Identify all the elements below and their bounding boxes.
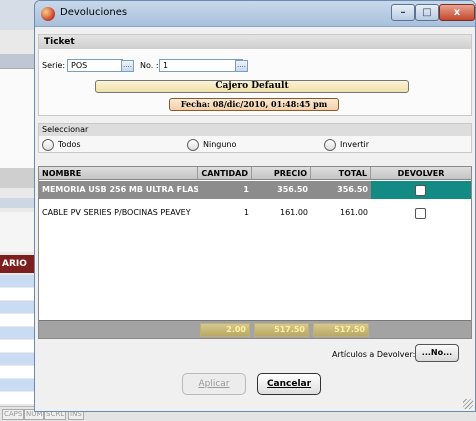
table-row[interactable]: CABLE PV SERIES P/BOCINAS PEAVEY 1 161.0…: [39, 204, 471, 222]
ticket-lookup-button[interactable]: ....: [235, 60, 248, 72]
background-row: [0, 366, 36, 378]
header-nombre[interactable]: NOMBRE: [39, 167, 198, 180]
seleccionar-panel: Seleccionar Todos Ninguno Invertir: [38, 123, 472, 153]
background-row: [0, 288, 36, 300]
radio-invertir-label: Invertir: [340, 140, 370, 149]
fecha-display: Fecha: 08/dic/2010, 01:48:45 pm: [169, 98, 339, 111]
devolver-checkbox[interactable]: [415, 208, 426, 219]
table-row[interactable]: MEMORIA USB 256 MB ULTRA FLASH 1 356.50 …: [39, 181, 471, 199]
cell-total: 161.00: [340, 208, 368, 217]
ticket-section-title: Ticket: [39, 35, 471, 49]
title-bar[interactable]: Devoluciones – □ x: [35, 1, 475, 27]
articulos-label: Artículos a Devolver:: [332, 350, 416, 359]
footer-cantidad-total: 2.00: [200, 323, 250, 337]
caps-indicator: CAPS: [2, 409, 25, 420]
app-icon: [41, 7, 55, 21]
background-row: [0, 379, 36, 391]
devolver-checkbox[interactable]: [415, 185, 426, 196]
background-row: [0, 301, 36, 313]
radio-circle-icon[interactable]: [324, 139, 336, 151]
ticket-number-input[interactable]: 1: [159, 59, 243, 72]
serie-label: Serie:: [42, 61, 66, 70]
cell-nombre: CABLE PV SERIES P/BOCINAS PEAVEY: [42, 208, 191, 217]
background-row: [0, 392, 36, 404]
articulos-count-button[interactable]: ...No...: [415, 344, 459, 362]
seleccionar-title: Seleccionar: [39, 124, 471, 136]
aplicar-button[interactable]: Aplicar: [182, 373, 246, 395]
cell-devolver: [371, 204, 471, 222]
devoluciones-dialog: Devoluciones – □ x Ticket Serie: POS ...…: [34, 0, 476, 412]
ticket-panel: Ticket Serie: POS .... No. : 1 .... Caje…: [38, 34, 472, 116]
serie-lookup-button[interactable]: ....: [121, 60, 134, 72]
no-label: No. :: [140, 61, 159, 70]
cell-cantidad: 1: [243, 208, 249, 217]
radio-ninguno[interactable]: Ninguno: [187, 139, 236, 151]
grid-totals-footer: 2.00 517.50 517.50: [39, 320, 471, 338]
background-row: [0, 353, 36, 365]
background-row: [0, 275, 36, 287]
footer-precio-total: 517.50: [254, 323, 309, 337]
grid-header: NOMBRE CANTIDAD PRECIO TOTAL DEVOLVER: [39, 167, 471, 180]
cell-precio: 356.50: [277, 185, 308, 194]
radio-circle-icon[interactable]: [42, 139, 54, 151]
background-row: [0, 314, 36, 326]
radio-invertir[interactable]: Invertir: [324, 139, 369, 151]
cancelar-button[interactable]: Cancelar: [257, 373, 321, 395]
header-total[interactable]: TOTAL: [311, 167, 371, 180]
header-precio[interactable]: PRECIO: [252, 167, 311, 180]
window-title: Devoluciones: [60, 7, 128, 18]
cell-precio: 161.00: [280, 208, 308, 217]
radio-todos-label: Todos: [58, 140, 81, 149]
cajero-display: Cajero Default: [95, 80, 409, 93]
minimize-button[interactable]: –: [391, 4, 415, 21]
radio-ninguno-label: Ninguno: [203, 140, 237, 149]
background-row: [0, 327, 36, 339]
cell-total: 356.50: [337, 185, 368, 194]
radio-todos[interactable]: Todos: [42, 139, 81, 151]
header-devolver[interactable]: DEVOLVER: [371, 167, 471, 180]
close-button[interactable]: x: [439, 4, 475, 21]
cell-nombre: MEMORIA USB 256 MB ULTRA FLASH: [42, 185, 198, 194]
footer-total: 517.50: [313, 323, 369, 337]
maximize-button[interactable]: □: [415, 4, 439, 21]
items-grid: NOMBRE CANTIDAD PRECIO TOTAL DEVOLVER ME…: [38, 166, 472, 339]
cell-cantidad: 1: [243, 185, 249, 194]
header-cantidad[interactable]: CANTIDAD: [198, 167, 252, 180]
resize-grip-icon[interactable]: [463, 399, 473, 409]
serie-input[interactable]: POS: [67, 59, 123, 72]
background-row: [0, 340, 36, 352]
radio-circle-icon[interactable]: [187, 139, 199, 151]
cell-devolver: [371, 181, 471, 199]
background-column-header: ARIO: [0, 255, 36, 273]
